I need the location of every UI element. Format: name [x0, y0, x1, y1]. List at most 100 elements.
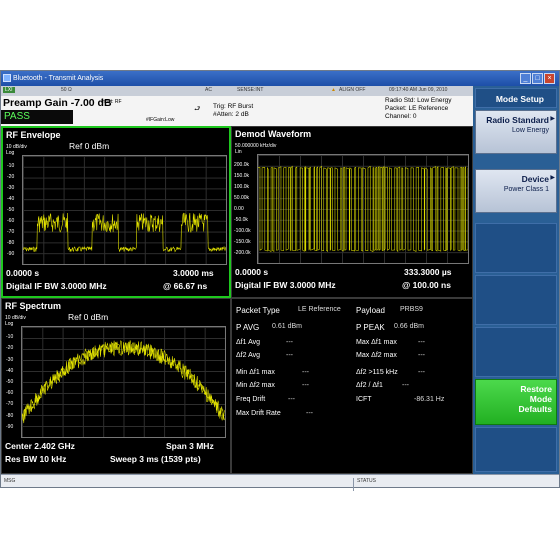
min-df2-label: Min Δf2 max	[236, 382, 275, 389]
df1-avg-label: Δf1 Avg	[236, 339, 261, 346]
y-tick-label: -200.0k	[234, 250, 251, 256]
y-tick-label: -30	[6, 356, 14, 363]
window-title: Bluetooth - Transmit Analysis	[13, 75, 104, 82]
y-tick-label: 200.0k	[234, 162, 250, 168]
sense-indicator: SENSE:INT	[237, 87, 264, 93]
measurement-info-bar: Preamp Gain -7.00 dB PASS Input: RF #IFG…	[1, 96, 473, 126]
demod-waveform-trace	[258, 165, 468, 253]
trigger-info: Trig: RF Burst #Atten: 2 dB	[213, 103, 254, 118]
y-tick-label: -80	[6, 412, 14, 419]
y-tick-label: 150.0k	[234, 173, 250, 179]
lxi-indicator: LXI	[3, 87, 15, 93]
mode-setup-menu-title: Mode Setup	[475, 88, 557, 108]
y-tick-label: -90	[6, 423, 14, 430]
divider	[353, 478, 354, 491]
panel-title: Demod Waveform	[235, 129, 312, 139]
df1-avg-value: ---	[286, 339, 293, 346]
df2-avg-label: Δf2 Avg	[236, 352, 261, 359]
sample-rate: @ 100.00 ns	[402, 280, 451, 290]
sample-rate: @ 66.67 ns	[163, 281, 208, 291]
y-tick-label: -40	[7, 196, 15, 202]
rf-spectrum-plot	[21, 326, 226, 438]
minimize-button[interactable]: _	[520, 73, 531, 84]
restore-mode-defaults-softkey[interactable]: Restore Mode Defaults	[475, 379, 557, 425]
icft-value: -86.31 Hz	[414, 396, 445, 403]
ifgain-label: #IFGain:Low	[146, 117, 175, 123]
pass-indicator: PASS	[1, 110, 73, 124]
y-tick-label: -40	[6, 367, 14, 374]
app-icon	[3, 74, 11, 82]
radio-standard-softkey[interactable]: ▶ Radio Standard Low Energy	[475, 110, 557, 154]
rf-envelope-panel[interactable]: RF Envelope Ref 0 dBm 10 dB/div Log -10-…	[1, 126, 231, 298]
softkey-blank-4[interactable]	[475, 427, 557, 472]
max-df2-label: Max Δf2 max	[356, 352, 397, 359]
warning-icon: ▲	[331, 87, 336, 93]
y-tick-label: -150.0k	[234, 239, 251, 245]
packet-type-value: LE Reference	[298, 306, 341, 313]
y-tick-label: -60	[6, 390, 14, 397]
y-tick-label: -20	[6, 345, 14, 352]
align-indicator: ALIGN OFF	[339, 87, 366, 93]
impedance-indicator: 50 Ω	[61, 87, 72, 93]
envelope-trace-line	[23, 212, 226, 253]
y-tick-label: 0.00	[234, 206, 244, 212]
spectrum-trace-line	[22, 341, 225, 424]
payload-value: PRBS9	[400, 306, 423, 313]
y-tick-label: -70	[7, 229, 15, 235]
softkey-blank-2[interactable]	[475, 275, 557, 325]
title-bar: Bluetooth - Transmit Analysis _ □ ×	[1, 71, 559, 86]
df2-avg-value: ---	[286, 352, 293, 359]
max-df1-label: Max Δf1 max	[356, 339, 397, 346]
input-return-icon: ⮐	[194, 106, 201, 113]
x-stop: 333.3000 µs	[404, 267, 452, 277]
max-df1-value: ---	[418, 339, 425, 346]
max-drift-rate-value: ---	[306, 410, 313, 417]
x-start: 0.0000 s	[235, 267, 269, 277]
p-avg-label: P AVG	[236, 323, 260, 332]
x-stop: 3.0000 ms	[173, 268, 214, 278]
msg-label: MSG	[4, 478, 16, 484]
input-label: Input: RF	[101, 99, 122, 105]
submenu-arrow-icon: ▶	[550, 175, 555, 181]
payload-label: Payload	[356, 306, 385, 315]
coupling-indicator: AC	[205, 87, 212, 93]
y-tick-label: -20	[7, 174, 15, 180]
softkey-blank-1[interactable]	[475, 223, 557, 273]
ratio-value: ---	[402, 382, 409, 389]
y-tick-label: -10	[6, 334, 14, 341]
maximize-button[interactable]: □	[532, 73, 543, 84]
freq-drift-label: Freq Drift	[236, 396, 266, 403]
rf-envelope-plot	[22, 155, 227, 265]
analyzer-window: Bluetooth - Transmit Analysis _ □ × LXI …	[0, 70, 560, 491]
metrics-panel[interactable]: Packet Type LE Reference Payload PRBS9 P…	[231, 298, 473, 474]
close-button[interactable]: ×	[544, 73, 555, 84]
p-avg-value: 0.61 dBm	[272, 323, 302, 330]
frequency-span: Span 3 MHz	[166, 441, 214, 451]
datetime: 09:17:40 AM Jun 09, 2010	[389, 87, 448, 93]
y-tick-label: -80	[7, 240, 15, 246]
df2-gt-value: ---	[418, 369, 425, 376]
demod-trace-line	[258, 165, 468, 253]
icft-label: ICFT	[356, 396, 372, 403]
status-label: STATUS	[357, 478, 376, 484]
y-tick-label: -50	[7, 207, 15, 213]
packet-type-label: Packet Type	[236, 306, 280, 315]
rf-spectrum-panel[interactable]: RF Spectrum Ref 0 dBm 10 dB/div Log -10-…	[1, 298, 231, 474]
submenu-arrow-icon: ▶	[550, 116, 555, 122]
softkey-panel: Mode Setup ▶ Radio Standard Low Energy ▶…	[473, 86, 559, 474]
df2-gt-label: Δf2 >115 kHz	[356, 369, 398, 376]
y-tick-label: -50.0k	[234, 217, 248, 223]
softkey-blank-3[interactable]	[475, 327, 557, 377]
if-bandwidth: Digital IF BW 3.0000 MHz	[6, 281, 107, 291]
p-peak-value: 0.66 dBm	[394, 323, 424, 330]
sweep-time: Sweep 3 ms (1539 pts)	[110, 454, 201, 464]
y-tick-label: -50	[6, 379, 14, 385]
ratio-label: Δf2 / Δf1	[356, 382, 383, 389]
device-softkey[interactable]: ▶ Device Power Class 1	[475, 169, 557, 213]
y-tick-label: 100.0k	[234, 184, 250, 190]
min-df2-value: ---	[302, 382, 309, 389]
demod-waveform-panel[interactable]: Demod Waveform 50.000000 kHz/div Lin 200…	[231, 126, 473, 298]
scale-type: Log	[6, 150, 15, 156]
y-tick-label: -100.0k	[234, 228, 251, 234]
y-tick-label: -60	[7, 218, 15, 224]
